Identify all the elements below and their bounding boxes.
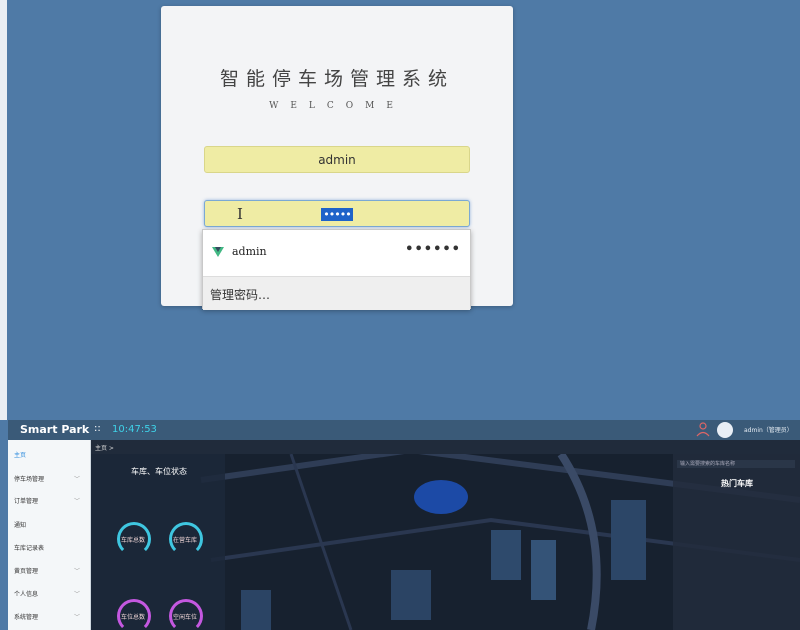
panel-title: 车库、车位状态 (131, 467, 187, 476)
breadcrumb-home[interactable]: 主页 > (95, 443, 114, 452)
garage-status-panel: 车库、车位状态 车库总数 在营车库 车位总数 空闲车位 (91, 454, 225, 630)
password-input[interactable]: I ••••• (204, 200, 470, 227)
sidebar-item[interactable]: 黄页管理 (14, 566, 38, 575)
login-title: 智能停车场管理系统 (219, 68, 454, 90)
sidebar-item[interactable]: 订单管理 (14, 496, 38, 505)
sidebar-item[interactable]: 车库记录表 (14, 543, 44, 552)
sidebar: 主页 停车场管理 ﹀ 订单管理 ﹀ 通知 车库记录表 黄页管理 ﹀ 个人信息 ﹀… (8, 440, 91, 630)
city-map[interactable]: 主页 > 车库、车位状态 车库总数 在营车库 车位总数 空闲车位 输入需要搜索的… (91, 440, 800, 630)
vue-logo-icon (212, 247, 224, 257)
breadcrumb: 主页 > (91, 440, 800, 454)
manage-passwords-label: 管理密码… (210, 288, 271, 302)
user-switch-icon[interactable] (696, 421, 710, 437)
sidebar-item[interactable]: 个人信息 (14, 589, 38, 598)
avatar[interactable] (717, 422, 733, 438)
username-input[interactable]: admin (204, 146, 470, 173)
garage-search-input[interactable]: 输入需要搜索的车库名称 (677, 460, 795, 468)
panel-title: 热门车库 (721, 479, 753, 488)
clock: 10:47:53 (112, 424, 157, 435)
grid-icon[interactable]: :: (94, 423, 101, 434)
user-menu[interactable]: admin（管理员） (744, 425, 793, 434)
autofill-password-mask: •••••• (405, 242, 461, 257)
hot-garages-panel: 输入需要搜索的车库名称 热门车库 (673, 454, 800, 630)
password-autofill-dropdown: admin •••••• 管理密码… (202, 229, 471, 310)
chevron-down-icon: ﹀ (74, 568, 81, 575)
chevron-down-icon: ﹀ (74, 591, 81, 598)
chevron-down-icon: ﹀ (74, 476, 81, 483)
gauge-label: 车位总数 (121, 614, 146, 621)
gauge-label: 在营车库 (173, 537, 198, 544)
sidebar-item[interactable]: 系统管理 (14, 612, 38, 621)
dashboard-header: Smart Park :: 10:47:53 admin（管理员） (8, 420, 800, 440)
brand-logo: Smart Park (20, 423, 90, 436)
manage-passwords-item[interactable]: 管理密码… (203, 276, 470, 310)
welcome-text: WELCOME (269, 101, 405, 111)
autofill-suggestion[interactable]: admin •••••• (203, 230, 470, 276)
autofill-username: admin (232, 245, 267, 258)
text-cursor-icon: I (237, 205, 243, 223)
sidebar-item[interactable]: 主页 (14, 450, 26, 459)
gauge-label: 车库总数 (121, 537, 146, 544)
sidebar-item[interactable]: 停车场管理 (14, 474, 44, 483)
sidebar-item[interactable]: 通知 (14, 520, 26, 529)
password-value: ••••• (321, 208, 353, 221)
chevron-down-icon: ﹀ (74, 498, 81, 505)
chevron-down-icon: ﹀ (74, 614, 81, 621)
left-edge (0, 0, 7, 420)
gauge-label: 空闲车位 (173, 614, 198, 621)
dashboard-preview: Smart Park :: 10:47:53 admin（管理员） 主页 停车场… (8, 420, 800, 630)
